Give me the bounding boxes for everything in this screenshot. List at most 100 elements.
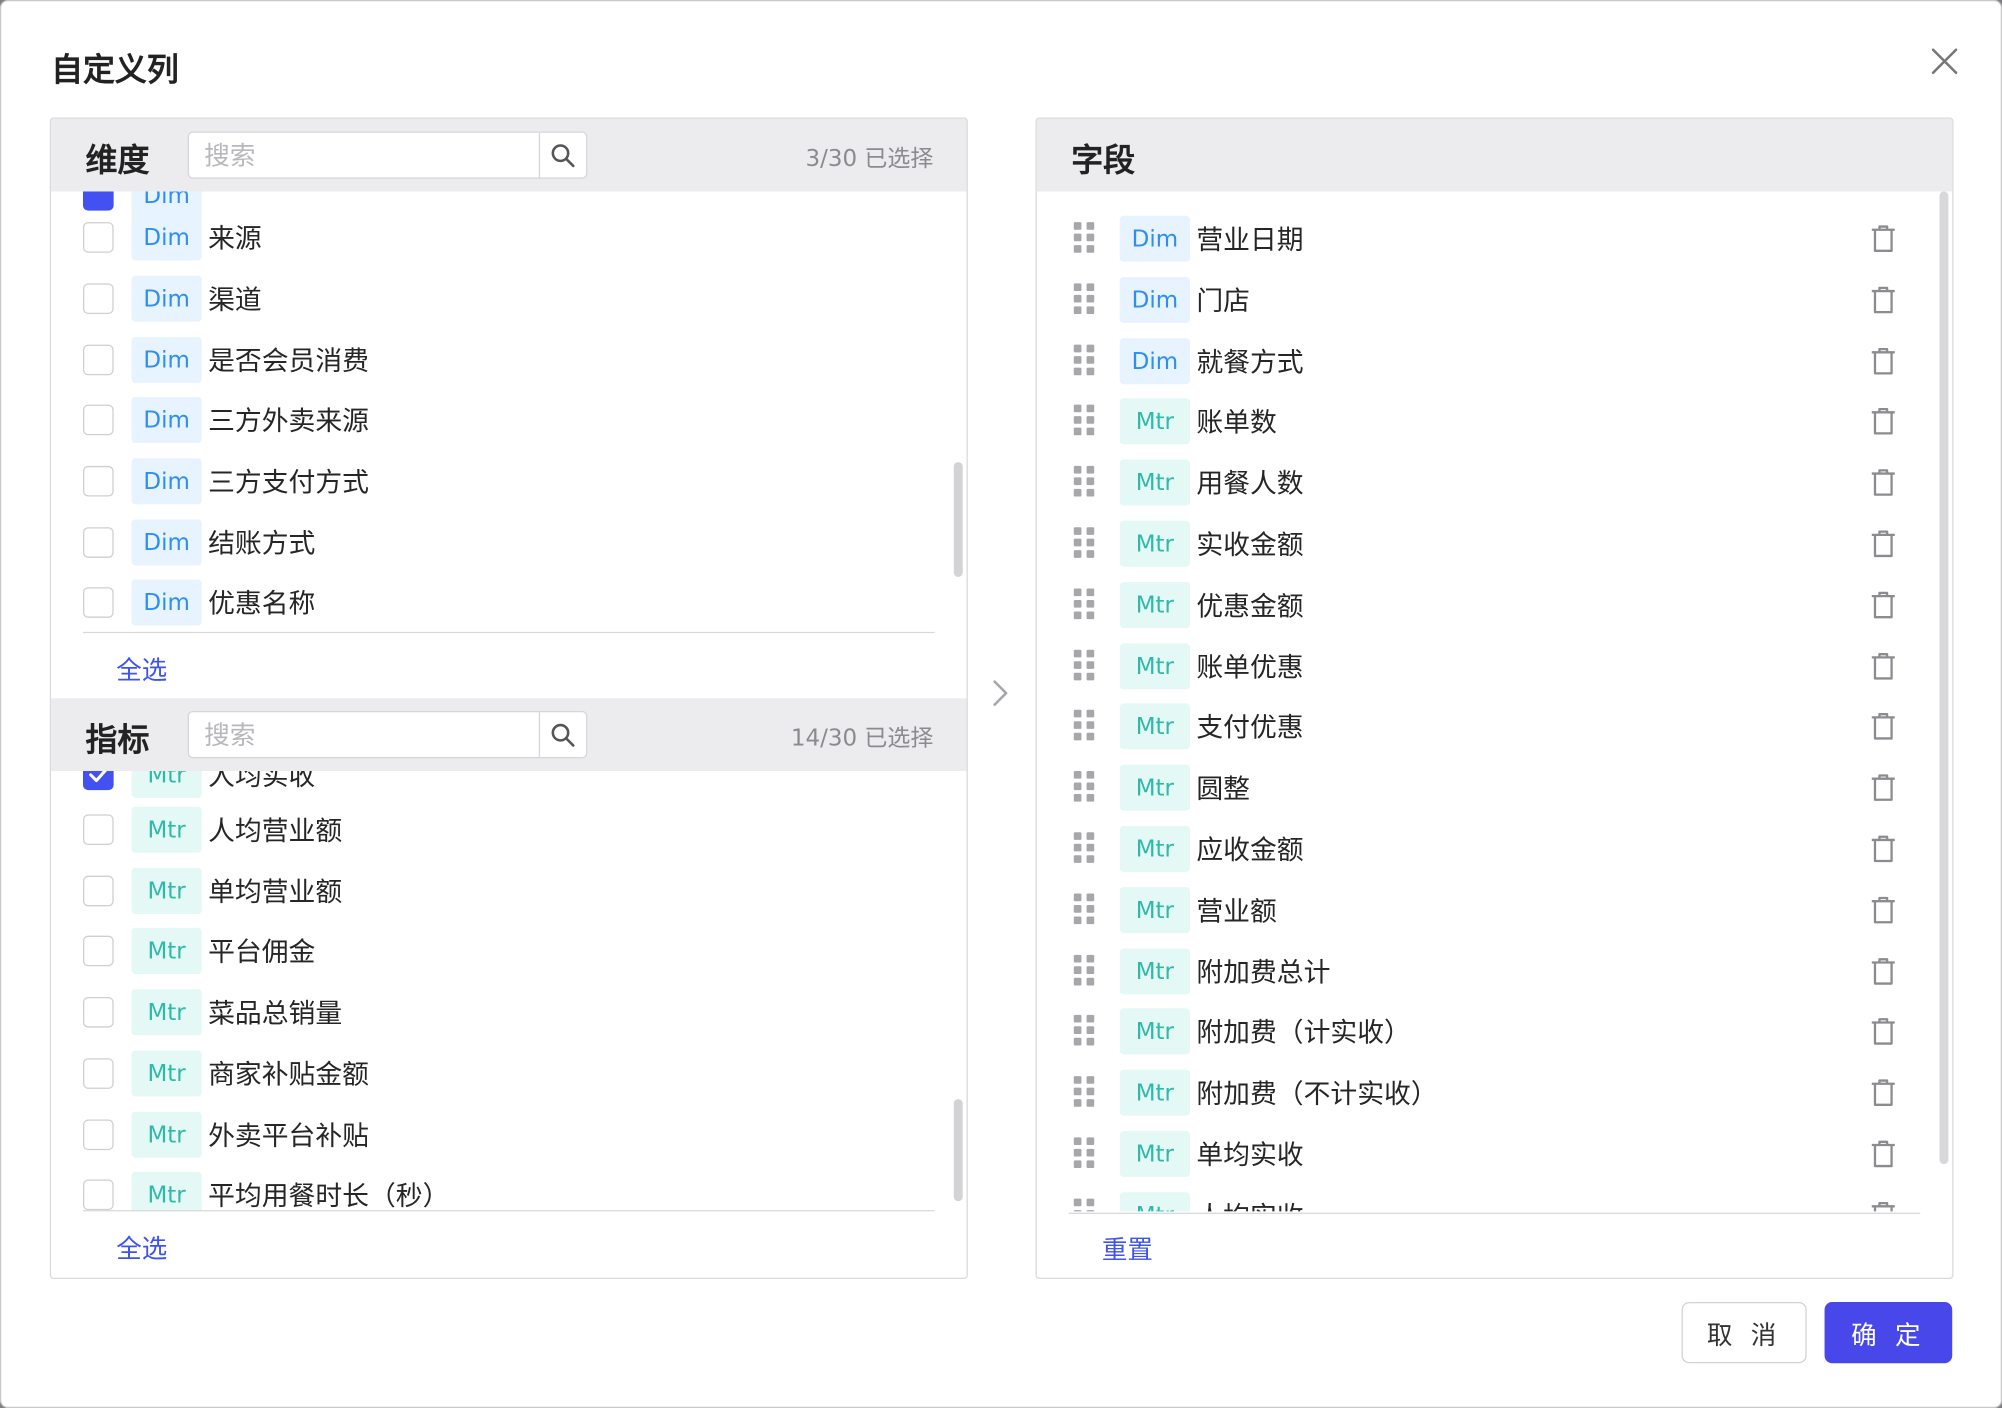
field-row[interactable]: Mtr 附加费（不计实收） bbox=[1037, 1062, 1952, 1123]
checkbox[interactable] bbox=[82, 465, 114, 497]
dimensions-search-button[interactable] bbox=[538, 132, 586, 178]
field-row[interactable]: Mtr 附加费总计 bbox=[1037, 941, 1952, 1002]
drag-handle-icon[interactable] bbox=[1073, 1076, 1097, 1109]
list-item[interactable]: Dim 来源 bbox=[51, 207, 966, 268]
checkbox[interactable] bbox=[82, 222, 114, 253]
checkbox[interactable] bbox=[82, 587, 114, 618]
dimensions-list[interactable]: Dim Dim 来源 Dim 渠道 Dim 是否会员消费 Dim 三方外卖来源 bbox=[51, 191, 966, 633]
drag-handle-icon[interactable] bbox=[1073, 527, 1097, 560]
trash-icon[interactable] bbox=[1869, 285, 1897, 316]
drag-handle-icon[interactable] bbox=[1073, 771, 1097, 804]
trash-icon[interactable] bbox=[1869, 772, 1897, 803]
drag-handle-icon[interactable] bbox=[1073, 1198, 1097, 1212]
fields-scrollbar[interactable] bbox=[1939, 191, 1949, 1165]
drag-handle-icon[interactable] bbox=[1073, 893, 1097, 927]
field-row[interactable]: Mtr 实收金额 bbox=[1037, 513, 1952, 574]
metrics-scrollbar[interactable] bbox=[953, 1099, 963, 1202]
field-row[interactable]: Dim 营业日期 bbox=[1037, 208, 1952, 269]
list-item[interactable]: Mtr 单均营业额 bbox=[51, 860, 966, 921]
list-item[interactable]: Dim 是否会员消费 bbox=[51, 329, 966, 390]
drag-handle-icon[interactable] bbox=[1073, 283, 1097, 316]
trash-icon[interactable] bbox=[1869, 1139, 1897, 1170]
trash-icon[interactable] bbox=[1869, 467, 1897, 498]
checkbox[interactable] bbox=[82, 1179, 114, 1211]
cancel-button[interactable]: 取 消 bbox=[1681, 1302, 1807, 1364]
checkbox[interactable] bbox=[82, 935, 114, 967]
list-item[interactable]: Mtr 平均用餐时长（秒） bbox=[51, 1164, 966, 1212]
field-row[interactable]: Mtr 附加费（计实收） bbox=[1037, 1001, 1952, 1062]
checkbox[interactable] bbox=[82, 344, 114, 376]
metrics-select-all[interactable]: 全选 bbox=[116, 1228, 167, 1265]
dimensions-scrollbar[interactable] bbox=[953, 462, 963, 577]
trash-icon[interactable] bbox=[1869, 1200, 1897, 1212]
checkbox[interactable] bbox=[82, 875, 114, 907]
drag-handle-icon[interactable] bbox=[1073, 832, 1097, 865]
trash-icon[interactable] bbox=[1869, 651, 1897, 682]
field-row[interactable]: Mtr 单均实收 bbox=[1037, 1123, 1952, 1184]
trash-icon[interactable] bbox=[1869, 346, 1897, 377]
trash-icon[interactable] bbox=[1869, 223, 1897, 254]
list-item[interactable]: Dim 优惠名称 bbox=[51, 572, 966, 633]
checkbox[interactable] bbox=[82, 996, 114, 1028]
field-row[interactable]: Dim 就餐方式 bbox=[1037, 331, 1952, 392]
metrics-search-input[interactable] bbox=[188, 713, 537, 756]
drag-handle-icon[interactable] bbox=[1073, 649, 1097, 683]
metrics-search-button[interactable] bbox=[538, 712, 586, 757]
dimensions-select-all[interactable]: 全选 bbox=[116, 650, 167, 687]
trash-icon[interactable] bbox=[1869, 834, 1897, 865]
field-row[interactable]: Mtr 优惠金额 bbox=[1037, 574, 1952, 635]
field-row[interactable]: Dim 门店 bbox=[1037, 269, 1952, 330]
checkbox[interactable] bbox=[82, 1119, 114, 1151]
drag-handle-icon[interactable] bbox=[1073, 1137, 1097, 1170]
field-row[interactable]: Mtr 人均实收 bbox=[1037, 1185, 1952, 1212]
trash-icon[interactable] bbox=[1869, 895, 1897, 926]
dim-tag: Dim bbox=[131, 458, 202, 505]
list-item[interactable]: Mtr 菜品总销量 bbox=[51, 982, 966, 1043]
checkbox[interactable] bbox=[82, 1058, 114, 1089]
drag-handle-icon[interactable] bbox=[1073, 465, 1097, 499]
trash-icon[interactable] bbox=[1869, 711, 1897, 742]
field-row[interactable]: Mtr 应收金额 bbox=[1037, 818, 1952, 879]
field-row[interactable]: Mtr 圆整 bbox=[1037, 757, 1952, 818]
fields-list[interactable]: Mtr人均实收Mtr单均实收Mtr附加费（不计实收）Mtr附加费（计实收）Mtr… bbox=[1037, 191, 1952, 1212]
close-button[interactable] bbox=[1923, 40, 1966, 83]
trash-icon[interactable] bbox=[1869, 1077, 1897, 1108]
list-item[interactable]: Mtr 人均营业额 bbox=[51, 799, 966, 860]
checkbox[interactable] bbox=[82, 283, 114, 315]
drag-handle-icon[interactable] bbox=[1073, 404, 1097, 438]
confirm-button[interactable]: 确 定 bbox=[1824, 1302, 1953, 1364]
checkbox[interactable] bbox=[82, 814, 114, 846]
metrics-header: 指标 14/30 已选择 bbox=[51, 698, 967, 772]
trash-icon[interactable] bbox=[1869, 1016, 1897, 1047]
field-row[interactable]: Mtr 账单数 bbox=[1037, 391, 1952, 452]
dimensions-search-input[interactable] bbox=[188, 134, 537, 177]
drag-handle-icon[interactable] bbox=[1073, 344, 1097, 378]
dim-tag: Dim bbox=[131, 579, 202, 626]
trash-icon[interactable] bbox=[1869, 528, 1897, 559]
checkbox[interactable] bbox=[82, 771, 114, 791]
list-item[interactable]: Dim 结账方式 bbox=[51, 512, 966, 573]
drag-handle-icon[interactable] bbox=[1073, 222, 1097, 255]
drag-handle-icon[interactable] bbox=[1073, 709, 1097, 743]
metrics-list[interactable]: Mtr 人均实收 Mtr 人均营业额 Mtr 单均营业额 Mtr 平台佣金 Mt… bbox=[51, 771, 966, 1212]
checkbox[interactable] bbox=[82, 527, 114, 558]
list-item[interactable]: Dim 三方支付方式 bbox=[51, 451, 966, 512]
list-item[interactable]: Mtr 商家补贴金额 bbox=[51, 1043, 966, 1104]
field-row[interactable]: Mtr 用餐人数 bbox=[1037, 452, 1952, 513]
list-item[interactable]: Dim 三方外卖来源 bbox=[51, 389, 966, 450]
drag-handle-icon[interactable] bbox=[1073, 954, 1097, 988]
reset-link[interactable]: 重置 bbox=[1102, 1229, 1153, 1266]
checkbox[interactable] bbox=[82, 404, 114, 436]
list-item[interactable]: Dim 渠道 bbox=[51, 268, 966, 329]
trash-icon[interactable] bbox=[1869, 590, 1897, 621]
drag-handle-icon[interactable] bbox=[1073, 588, 1097, 621]
trash-icon[interactable] bbox=[1869, 956, 1897, 987]
list-item[interactable]: Mtr 平台佣金 bbox=[51, 920, 966, 981]
trash-icon[interactable] bbox=[1869, 406, 1897, 437]
field-label: 单均实收 bbox=[1196, 1139, 1304, 1171]
field-row[interactable]: Mtr 支付优惠 bbox=[1037, 696, 1952, 757]
drag-handle-icon[interactable] bbox=[1073, 1014, 1097, 1048]
list-item[interactable]: Mtr 外卖平台补贴 bbox=[51, 1104, 966, 1165]
field-row[interactable]: Mtr 营业额 bbox=[1037, 880, 1952, 941]
field-row[interactable]: Mtr 账单优惠 bbox=[1037, 636, 1952, 697]
